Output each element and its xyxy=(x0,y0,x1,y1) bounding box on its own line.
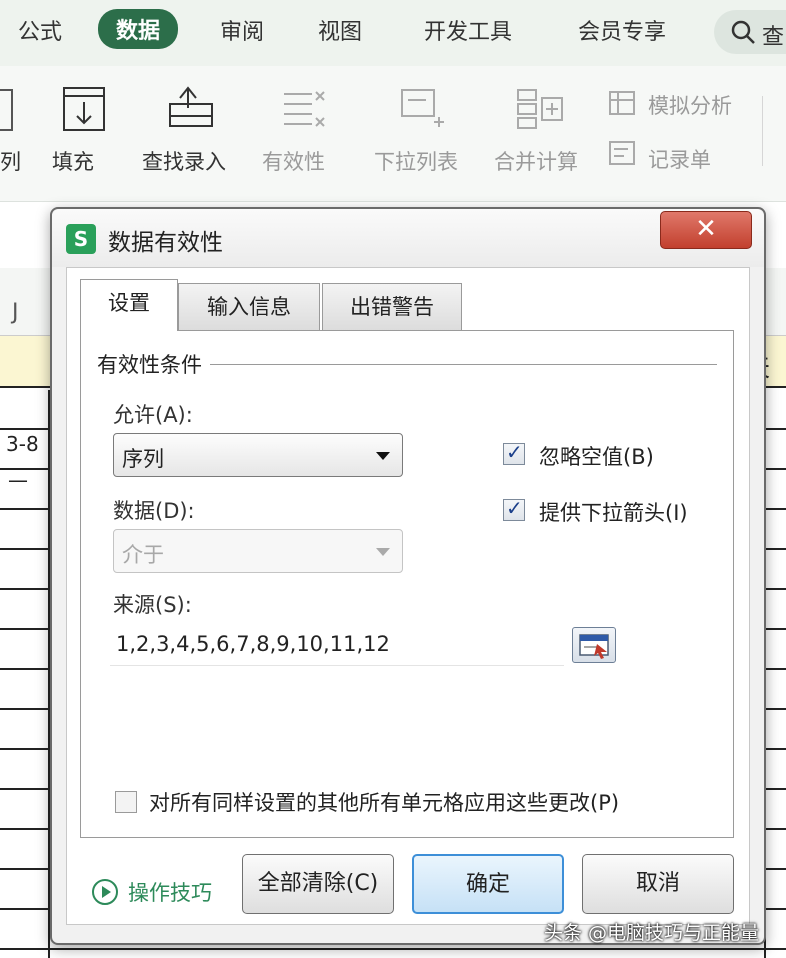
menu-bar: 公式 数据 审阅 视图 开发工具 会员专享 查 xyxy=(0,0,786,66)
ribbon-partial-label[interactable]: 列 xyxy=(0,146,21,176)
dialog-titlebar[interactable]: S 数据有效性 ✕ xyxy=(52,209,764,267)
source-label: 来源(S): xyxy=(113,593,192,617)
grid-line xyxy=(0,948,786,950)
cancel-button[interactable]: 取消 xyxy=(582,854,734,914)
dialog-title: 数据有效性 xyxy=(108,230,223,256)
watermark-text: 头条 @电脑技巧与正能量 xyxy=(544,922,760,944)
apply-all-checkbox[interactable] xyxy=(115,791,137,813)
cell-partial-value[interactable]: 3-8 xyxy=(6,432,39,456)
tips-link[interactable]: 操作技巧 xyxy=(128,877,212,907)
cell-dash-value[interactable]: — xyxy=(8,468,28,492)
validity-icon xyxy=(284,91,325,127)
data-select-value: 介于 xyxy=(122,543,164,567)
checkmark-icon: ✓ xyxy=(506,496,523,520)
allow-select[interactable]: 序列 xyxy=(113,433,403,477)
dropdown-arrow-checkbox[interactable]: ✓ xyxy=(503,496,525,521)
tab-input-message[interactable]: 输入信息 xyxy=(178,283,320,331)
fill-icon xyxy=(63,87,105,131)
search-label: 查 xyxy=(762,25,785,50)
play-circle-icon[interactable] xyxy=(92,879,118,905)
dropdown-arrow-label[interactable]: 提供下拉箭头(I) xyxy=(539,497,688,527)
ignore-blank-label[interactable]: 忽略空值(B) xyxy=(539,441,654,471)
dropdown-list-icon xyxy=(401,89,444,127)
find-entry-icon xyxy=(169,86,213,127)
allow-select-value: 序列 xyxy=(122,447,164,471)
allow-label: 允许(A): xyxy=(113,403,193,427)
menu-formula[interactable]: 公式 xyxy=(18,14,62,46)
find-entry-button[interactable]: 查找录入 xyxy=(142,146,226,176)
what-if-icon xyxy=(609,91,635,115)
ok-button[interactable]: 确定 xyxy=(412,854,564,914)
tab-error-alert[interactable]: 出错警告 xyxy=(322,283,462,331)
source-input-value: 1,2,3,4,5,6,7,8,9,10,11,12 xyxy=(116,632,390,656)
source-input[interactable]: 1,2,3,4,5,6,7,8,9,10,11,12 xyxy=(110,622,564,666)
range-select-button[interactable] xyxy=(572,627,616,663)
chevron-down-icon xyxy=(376,452,390,460)
ignore-blank-checkbox[interactable]: ✓ xyxy=(503,440,525,465)
menu-developer[interactable]: 开发工具 xyxy=(424,14,512,46)
search-box[interactable]: 查 xyxy=(714,10,786,54)
data-validation-dialog: S 数据有效性 ✕ 设置 输入信息 出错警告 有效性条件 允许(A): 序列 ✓… xyxy=(50,207,766,945)
search-icon xyxy=(731,20,755,44)
menu-review[interactable]: 审阅 xyxy=(220,14,264,46)
menu-data[interactable]: 数据 xyxy=(98,9,179,49)
ribbon: 列 填充 查找录入 有效性 下拉列表 合并计算 模拟分析 记录单 xyxy=(0,66,786,202)
close-button[interactable]: ✕ xyxy=(660,211,752,249)
menu-member[interactable]: 会员专享 xyxy=(578,14,666,46)
menu-view[interactable]: 视图 xyxy=(318,14,362,46)
record-form-icon xyxy=(609,141,635,165)
fill-button[interactable]: 填充 xyxy=(52,146,94,176)
tab-settings[interactable]: 设置 xyxy=(80,279,178,331)
data-label: 数据(D): xyxy=(113,499,195,523)
chevron-down-icon xyxy=(376,548,390,556)
validation-criteria-title: 有效性条件 xyxy=(97,349,210,379)
dropdown-list-button[interactable]: 下拉列表 xyxy=(374,146,458,176)
partial-column-icon xyxy=(0,89,13,131)
settings-tab-content: 有效性条件 允许(A): 序列 ✓ 忽略空值(B) 数据(D): 介于 ✓ 提供… xyxy=(80,330,734,838)
apply-all-label[interactable]: 对所有同样设置的其他所有单元格应用这些更改(P) xyxy=(149,787,619,817)
clear-all-button[interactable]: 全部清除(C) xyxy=(242,854,394,914)
range-select-icon xyxy=(579,634,609,659)
consolidate-icon xyxy=(517,89,563,129)
wps-logo-icon: S xyxy=(66,224,96,254)
column-header-j[interactable]: J xyxy=(12,300,19,325)
record-form-button[interactable]: 记录单 xyxy=(648,144,711,174)
validity-button[interactable]: 有效性 xyxy=(262,146,325,176)
data-select: 介于 xyxy=(113,529,403,573)
consolidate-button[interactable]: 合并计算 xyxy=(494,146,578,176)
checkmark-icon: ✓ xyxy=(506,440,523,464)
what-if-button[interactable]: 模拟分析 xyxy=(648,90,732,120)
ribbon-separator xyxy=(762,96,763,166)
